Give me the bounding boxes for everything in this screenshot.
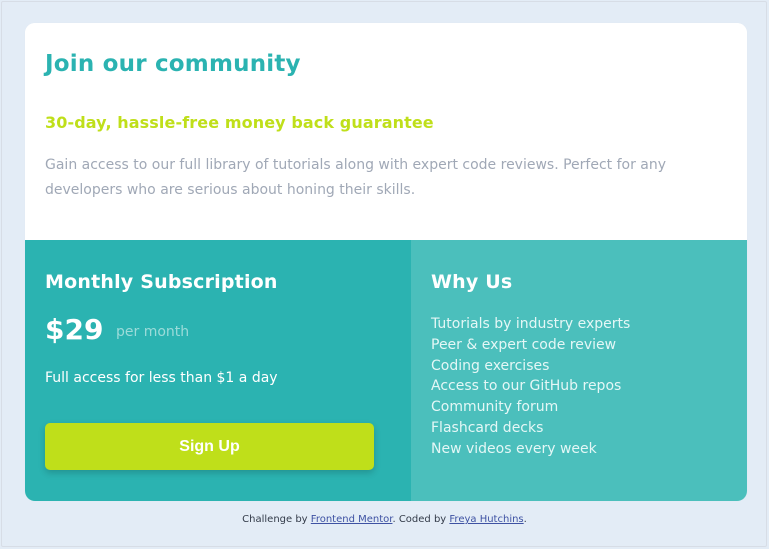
frontend-mentor-link[interactable]: Frontend Mentor [311, 514, 393, 525]
list-item: New videos every week [431, 440, 597, 457]
attribution-prefix: Challenge by [242, 514, 308, 525]
sign-up-button[interactable]: Sign Up [45, 423, 374, 470]
list-item: Flashcard decks [431, 419, 544, 436]
price-value: $29 [45, 313, 104, 346]
guarantee-heading: 30-day, hassle-free money back guarantee [45, 113, 434, 132]
list-item: Peer & expert code review [431, 336, 617, 353]
list-item: Access to our GitHub repos [431, 378, 622, 395]
attribution: Challenge by Frontend Mentor. Coded by F… [0, 514, 769, 525]
subscription-section: Monthly Subscription $29 per month Full … [25, 240, 411, 501]
price-period: per month [116, 324, 190, 340]
why-us-section: Why Us Tutorials by industry experts Pee… [411, 240, 747, 501]
attribution-suffix: . [523, 514, 527, 525]
author-link[interactable]: Freya Hutchins [449, 514, 523, 525]
list-item: Community forum [431, 399, 559, 416]
why-us-list: Tutorials by industry experts Peer & exp… [431, 314, 630, 460]
intro-section: Join our community 30-day, hassle-free m… [25, 23, 747, 240]
why-us-title: Why Us [431, 271, 513, 293]
subscription-title: Monthly Subscription [45, 271, 278, 293]
attribution-middle: . Coded by [392, 514, 447, 525]
price-note: Full access for less than $1 a day [45, 370, 278, 386]
description-text: Gain access to our full library of tutor… [45, 157, 667, 198]
pricing-card: Join our community 30-day, hassle-free m… [25, 23, 747, 501]
page-title: Join our community [45, 51, 301, 77]
list-item: Coding exercises [431, 357, 550, 374]
list-item: Tutorials by industry experts [431, 316, 631, 332]
